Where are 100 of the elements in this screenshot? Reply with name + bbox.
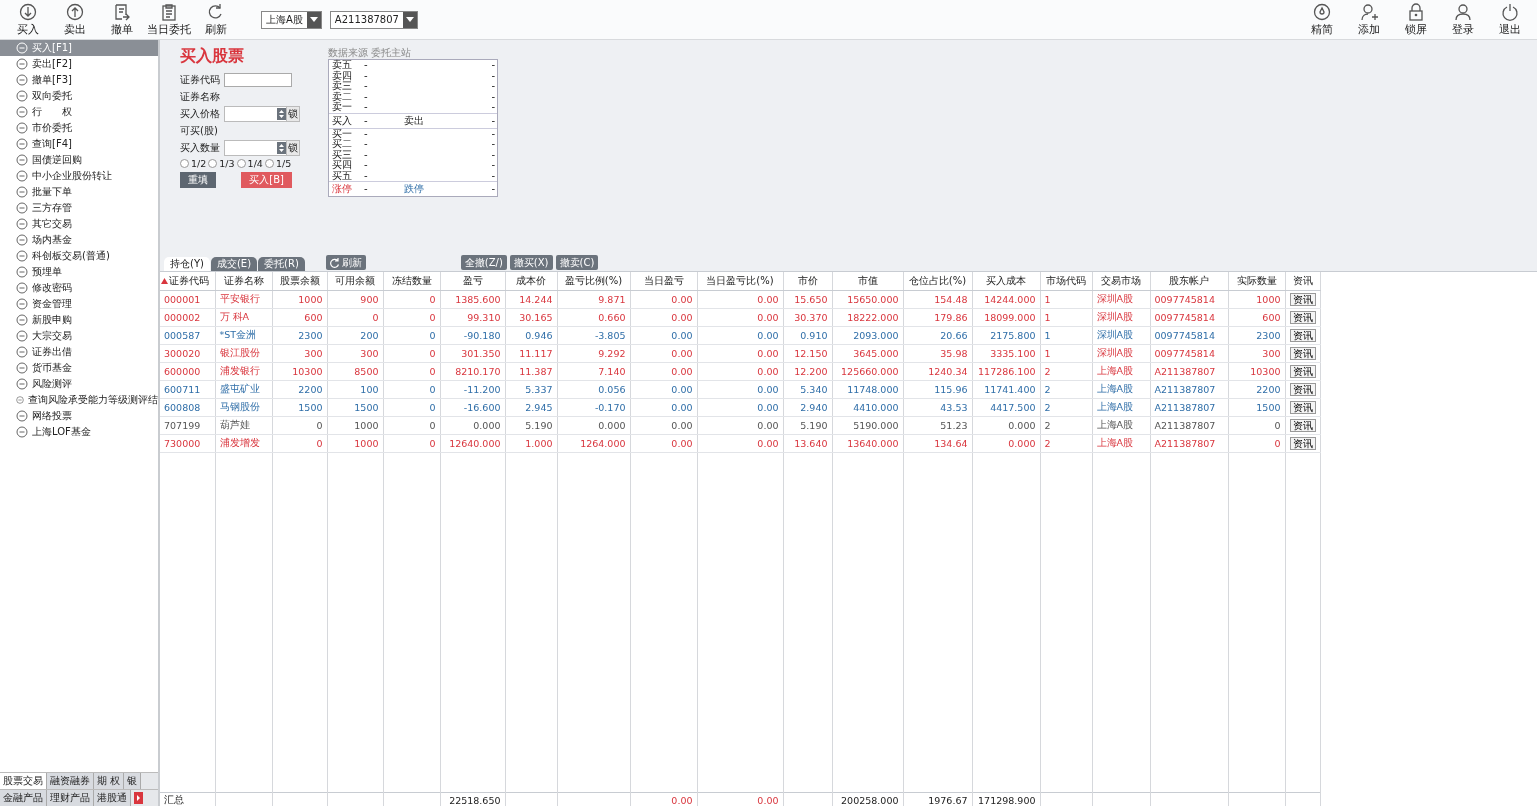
sidebar-item[interactable]: 批量下单 [0, 184, 158, 200]
sidebar-item[interactable]: 预埋单 [0, 264, 158, 280]
bottom-tab[interactable]: 金融产品 [0, 790, 47, 806]
column-header[interactable]: 冻结数量 [383, 272, 440, 291]
toolbar-button[interactable]: 锁屏 [1392, 2, 1439, 37]
bottom-tab[interactable]: 股票交易 [0, 773, 47, 789]
toolbar-button[interactable]: 买入 [4, 2, 51, 37]
sidebar-item[interactable]: 大宗交易 [0, 328, 158, 344]
sidebar-item[interactable]: 国债逆回购 [0, 152, 158, 168]
action-button[interactable]: 撤买(X) [509, 255, 553, 270]
column-header[interactable]: 仓位占比(%) [903, 272, 972, 291]
table-cell: 600 [1228, 308, 1285, 327]
column-header[interactable]: 当日盈亏比(%) [697, 272, 783, 291]
radio-option[interactable]: 1/3 [208, 157, 235, 169]
action-button[interactable]: 撤卖(C) [555, 255, 599, 270]
sidebar-item[interactable]: 查询风险承受能力等级测评结 [0, 392, 158, 408]
bottom-tab[interactable]: 期 权 [94, 773, 125, 789]
circle-icon [16, 90, 28, 102]
sidebar-item[interactable]: 场内基金 [0, 232, 158, 248]
input-field[interactable] [224, 72, 292, 87]
toolbar-button[interactable]: 卖出 [51, 2, 98, 37]
sidebar-item[interactable]: 中小企业股份转让 [0, 168, 158, 184]
toolbar-button[interactable]: 撤单 [98, 2, 145, 37]
toolbar-button[interactable]: 退出 [1486, 2, 1533, 37]
spinner-field[interactable]: 锁 [224, 105, 300, 122]
sidebar-item[interactable]: 证券出借 [0, 344, 158, 360]
info-button[interactable]: 资讯 [1289, 311, 1316, 324]
bottom-tab[interactable]: 银 [124, 773, 142, 789]
toolbar-button[interactable]: 登录 [1439, 2, 1486, 37]
toolbar-button[interactable]: 刷新 [192, 2, 239, 37]
column-header[interactable]: 买入成本 [972, 272, 1040, 291]
sidebar-item[interactable]: 货币基金 [0, 360, 158, 376]
sidebar-item[interactable]: 资金管理 [0, 296, 158, 312]
table-cell: 99.310 [440, 308, 505, 327]
spinner-field[interactable]: 锁 [224, 139, 300, 156]
bottom-tab[interactable]: 融资融券 [47, 773, 94, 789]
sidebar-item[interactable]: 市价委托 [0, 120, 158, 136]
column-header[interactable]: 市价 [783, 272, 832, 291]
info-button[interactable]: 资讯 [1289, 365, 1316, 378]
action-button[interactable]: 全撤(Z/) [460, 255, 507, 270]
column-header[interactable]: 股东帐户 [1150, 272, 1228, 291]
table-cell: 1 [1040, 290, 1092, 309]
toolbar-button[interactable]: 添加 [1345, 2, 1392, 37]
field-label: 可买(股) [180, 123, 218, 138]
info-button[interactable]: 资讯 [1289, 383, 1316, 396]
price-text: - [364, 170, 369, 181]
table-cell: A211387807 [1150, 380, 1228, 399]
tab[interactable]: 成交(E) [210, 257, 258, 271]
circle-icon [16, 154, 28, 166]
info-button[interactable]: 资讯 [1289, 329, 1316, 342]
radio-option[interactable]: 1/5 [264, 157, 292, 169]
column-header[interactable]: 成本价 [505, 272, 557, 291]
sidebar-item[interactable]: 行 权 [0, 104, 158, 120]
table-cell: 0.00 [697, 344, 783, 363]
info-button[interactable]: 资讯 [1289, 419, 1316, 432]
column-header[interactable]: 可用余额 [327, 272, 383, 291]
dropdown[interactable]: 上海A股 [261, 10, 322, 29]
column-header[interactable]: 证券名称 [215, 272, 272, 291]
sidebar-item[interactable]: 查询[F4] [0, 136, 158, 152]
column-header[interactable]: 当日盈亏 [630, 272, 697, 291]
radio-option[interactable]: 1/2 [180, 157, 207, 169]
radio-option[interactable]: 1/4 [236, 157, 263, 169]
sidebar-item[interactable]: 科创板交易(普通) [0, 248, 158, 264]
refresh-button[interactable]: 刷新 [325, 255, 366, 270]
toolbar-button[interactable]: 当日委托 [145, 2, 192, 37]
sidebar-item[interactable]: 三方存管 [0, 200, 158, 216]
sidebar-item[interactable]: 修改密码 [0, 280, 158, 296]
info-button[interactable]: 资讯 [1289, 401, 1316, 414]
sidebar-item[interactable]: 上海LOF基金 [0, 424, 158, 440]
column-header[interactable]: 实际数量 [1228, 272, 1285, 291]
info-button[interactable]: 资讯 [1289, 293, 1316, 306]
sidebar-item[interactable]: 双向委托 [0, 88, 158, 104]
table-cell: A211387807 [1150, 362, 1228, 381]
info-button[interactable]: 资讯 [1289, 437, 1316, 450]
bottom-tab[interactable]: 理财产品 [47, 790, 94, 806]
dropdown[interactable]: A211387807 [329, 10, 418, 29]
bottom-tab[interactable]: 港股通 [94, 790, 131, 806]
column-header[interactable]: 股票余额 [272, 272, 327, 291]
sidebar-item[interactable]: 卖出[F2] [0, 56, 158, 72]
column-header[interactable]: 证券代码 [160, 272, 215, 291]
sidebar-item[interactable]: 网络投票 [0, 408, 158, 424]
price-text: - [364, 81, 369, 92]
info-button[interactable]: 资讯 [1289, 347, 1316, 360]
column-header[interactable]: 市值 [832, 272, 903, 291]
sidebar-item[interactable]: 撤单[F3] [0, 72, 158, 88]
lock-toggle[interactable]: 锁 [286, 140, 299, 155]
column-header[interactable]: 盈亏 [440, 272, 505, 291]
reset-button[interactable]: 重填 [180, 172, 216, 188]
column-header[interactable]: 资讯 [1285, 272, 1320, 291]
sidebar-item[interactable]: 风险测评 [0, 376, 158, 392]
sidebar-item[interactable]: 其它交易 [0, 216, 158, 232]
column-header[interactable]: 盈亏比例(%) [557, 272, 630, 291]
sidebar-item[interactable]: 新股申购 [0, 312, 158, 328]
tab[interactable]: 委托(R) [258, 257, 305, 271]
lock-toggle[interactable]: 锁 [286, 106, 299, 121]
column-header[interactable]: 交易市场 [1092, 272, 1150, 291]
toolbar-button[interactable]: 精简 [1298, 2, 1345, 37]
buy-button[interactable]: 买入[B] [241, 172, 292, 188]
column-header[interactable]: 市场代码 [1040, 272, 1092, 291]
tab[interactable]: 持仓(Y) [164, 257, 210, 271]
